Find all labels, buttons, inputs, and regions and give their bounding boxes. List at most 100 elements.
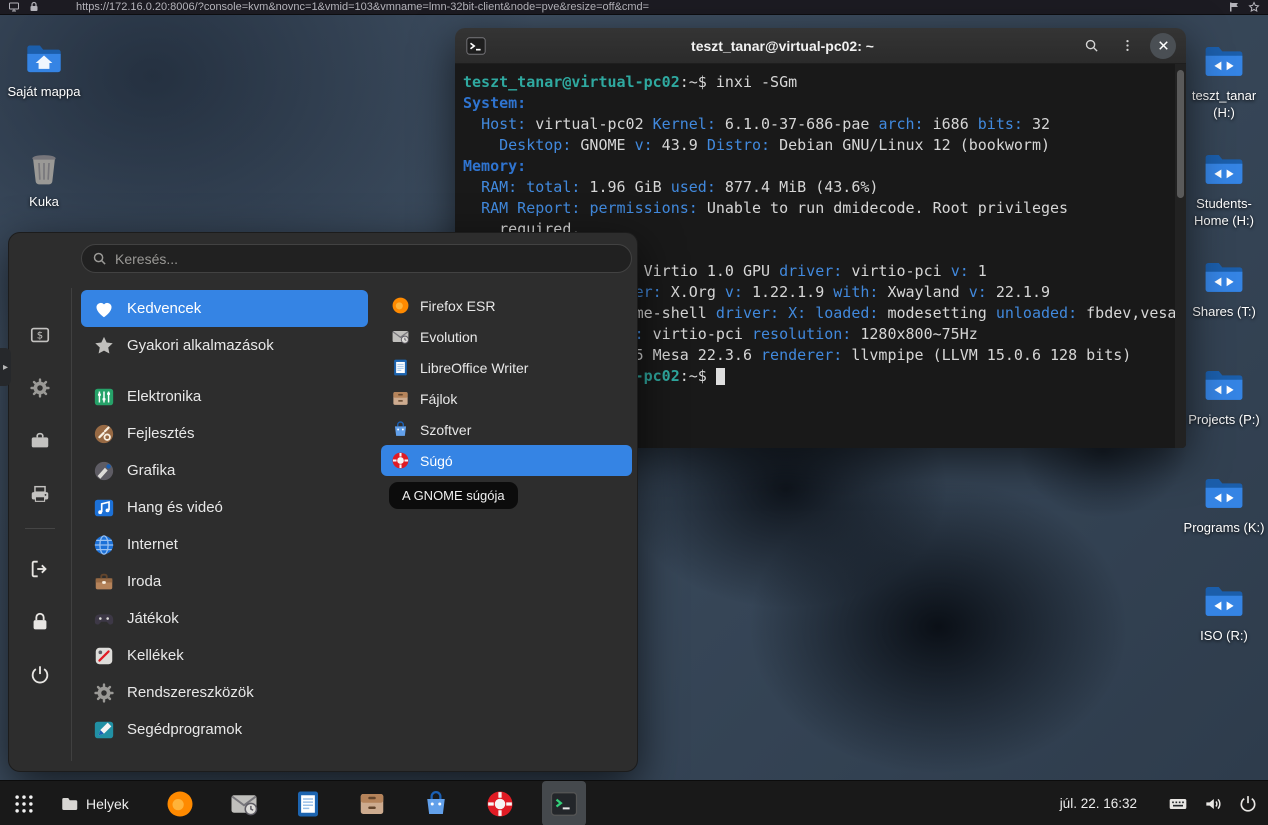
search-input[interactable] [115,251,621,267]
menu-category-office[interactable]: Iroda [81,563,368,600]
menu-app-software[interactable]: Szoftver [381,414,632,445]
drive-label: ISO (R:) [1200,628,1248,645]
terminal-text: v: [969,283,987,301]
rail-settings-button[interactable] [27,377,53,399]
terminal-text: Memory: [463,157,526,175]
firefox-icon [391,296,410,315]
close-button[interactable] [1150,33,1176,59]
terminal-text: virtio-pci [644,325,752,343]
menu-category-list: Kedvencek Gyakori alkalmazások Elektronika… [81,290,368,748]
taskbar-app-terminal[interactable] [542,781,586,825]
menu-search-box[interactable] [81,244,632,273]
drive-folder-icon [1203,256,1245,298]
terminal-line: Host: virtual-pc02 Kernel: 6.1.0-37-686-… [463,114,1172,135]
permissions-flag-icon[interactable] [1228,1,1240,13]
desktop-icon-drive[interactable]: Shares (T:) [1180,256,1268,321]
connection-secure-lock-icon[interactable] [28,1,40,13]
menu-category-system-tools[interactable]: Rendszereszközök [81,674,368,711]
menu-rail-top: $ [9,324,71,505]
terminal-text: GNOME [571,136,634,154]
app-tooltip: A GNOME súgója [389,482,518,509]
taskbar-app-software[interactable] [414,781,458,825]
terminal-text: 1280x800~75Hz [851,325,977,343]
volume-icon[interactable] [1203,794,1223,814]
terminal-text: modesetting [878,304,995,322]
terminal-scrollbar-thumb[interactable] [1177,70,1184,198]
power-icon[interactable] [1238,794,1258,814]
terminal-menu-kebab-button[interactable] [1114,33,1140,59]
desktop-icon-drive[interactable]: Students-Home (H:) [1180,148,1268,230]
menu-app-writer[interactable]: LibreOffice Writer [381,352,632,383]
bookmark-star-icon[interactable] [1248,1,1260,13]
terminal-text: 43.9 [653,136,707,154]
terminal-text: llvmpipe (LLVM 15.0.6 128 bits) [842,346,1131,364]
terminal-search-button[interactable] [1078,33,1104,59]
development-icon [93,423,115,445]
rail-power-button[interactable] [27,664,53,686]
taskbar-app-writer[interactable] [286,781,330,825]
app-grid-button[interactable] [4,781,44,825]
app-label: Firefox ESR [420,298,495,314]
desktop-icon-home[interactable]: Saját mappa [2,38,86,101]
terminal-icon [549,789,579,819]
terminal-text: bits: [978,115,1023,133]
taskbar-app-files[interactable] [350,781,394,825]
menu-category-frequent[interactable]: Gyakori alkalmazások [81,327,368,364]
terminal-text: fbdev,vesa [1077,304,1176,322]
games-icon [93,608,115,630]
rail-logout-button[interactable] [27,558,53,580]
terminal-text: teszt_tanar@virtual-pc02 [463,73,680,91]
rail-printer-button[interactable] [27,483,53,505]
app-label: Fájlok [420,391,457,407]
terminal-text: Kernel: [653,115,716,133]
keyboard-layout-icon[interactable] [1168,794,1188,814]
menu-category-accessories[interactable]: Kellékek [81,637,368,674]
menu-category-utilities[interactable]: Segédprogramok [81,711,368,748]
desktop-icon-drive[interactable]: Projects (P:) [1180,364,1268,429]
clock[interactable]: júl. 22. 16:32 [1060,796,1137,811]
terminal-text: RAM Report: [481,199,580,217]
terminal-text: Xwayland [878,283,968,301]
screen-edge-handle[interactable]: ▸ [0,348,11,386]
rail-briefcase-button[interactable] [27,430,53,452]
menu-category-graphics[interactable]: Grafika [81,452,368,489]
desktop-drive-icons: teszt_tanar (H:) Students-Home (H:) Shares… [1180,40,1268,780]
category-label: Kedvencek [127,300,201,317]
menu-app-files[interactable]: Fájlok [381,383,632,414]
places-label: Helyek [86,796,129,812]
taskbar-app-help[interactable] [478,781,522,825]
url-field[interactable]: https://172.16.0.20:8006/?console=kvm&no… [76,0,1220,14]
desktop-icon-label: Saját mappa [8,84,81,101]
star-icon [93,335,115,357]
evolution-icon [229,789,259,819]
menu-category-games[interactable]: Játékok [81,600,368,637]
terminal-titlebar[interactable]: teszt_tanar@virtual-pc02: ~ [455,28,1186,64]
menu-category-development[interactable]: Fejlesztés [81,415,368,452]
taskbar-app-evolution[interactable] [222,781,266,825]
menu-category-audio-video[interactable]: Hang és videó [81,489,368,526]
desktop-icon-drive[interactable]: Programs (K:) [1180,472,1268,537]
menu-app-evolution[interactable]: Evolution [381,321,632,352]
help-icon [391,451,410,470]
application-menu: $ Kedvencek Gyakori alkalmazások Elektroni… [8,232,638,772]
rail-software-manager-button[interactable]: $ [27,324,53,346]
category-label: Játékok [127,610,179,627]
drive-folder-icon [1203,580,1245,622]
drive-label: Projects (P:) [1188,412,1260,429]
menu-app-help[interactable]: Súgó [381,445,632,476]
desktop-icon-drive[interactable]: ISO (R:) [1180,580,1268,645]
places-button[interactable]: Helyek [50,781,139,825]
writer-icon [391,358,410,377]
menu-app-firefox[interactable]: Firefox ESR [381,290,632,321]
office-icon [93,571,115,593]
menu-category-internet[interactable]: Internet [81,526,368,563]
menu-category-favorites[interactable]: Kedvencek [81,290,368,327]
desktop-icon-drive[interactable]: teszt_tanar (H:) [1180,40,1268,122]
menu-category-electronics[interactable]: Elektronika [81,378,368,415]
terminal-text: renderer: [761,346,842,364]
rail-lock-button[interactable] [27,611,53,633]
taskbar-app-firefox[interactable] [158,781,202,825]
audio-video-icon [93,497,115,519]
desktop-icon-trash[interactable]: Kuka [2,148,86,211]
terminal-line: RAM: total: 1.96 GiB used: 877.4 MiB (43… [463,177,1172,198]
